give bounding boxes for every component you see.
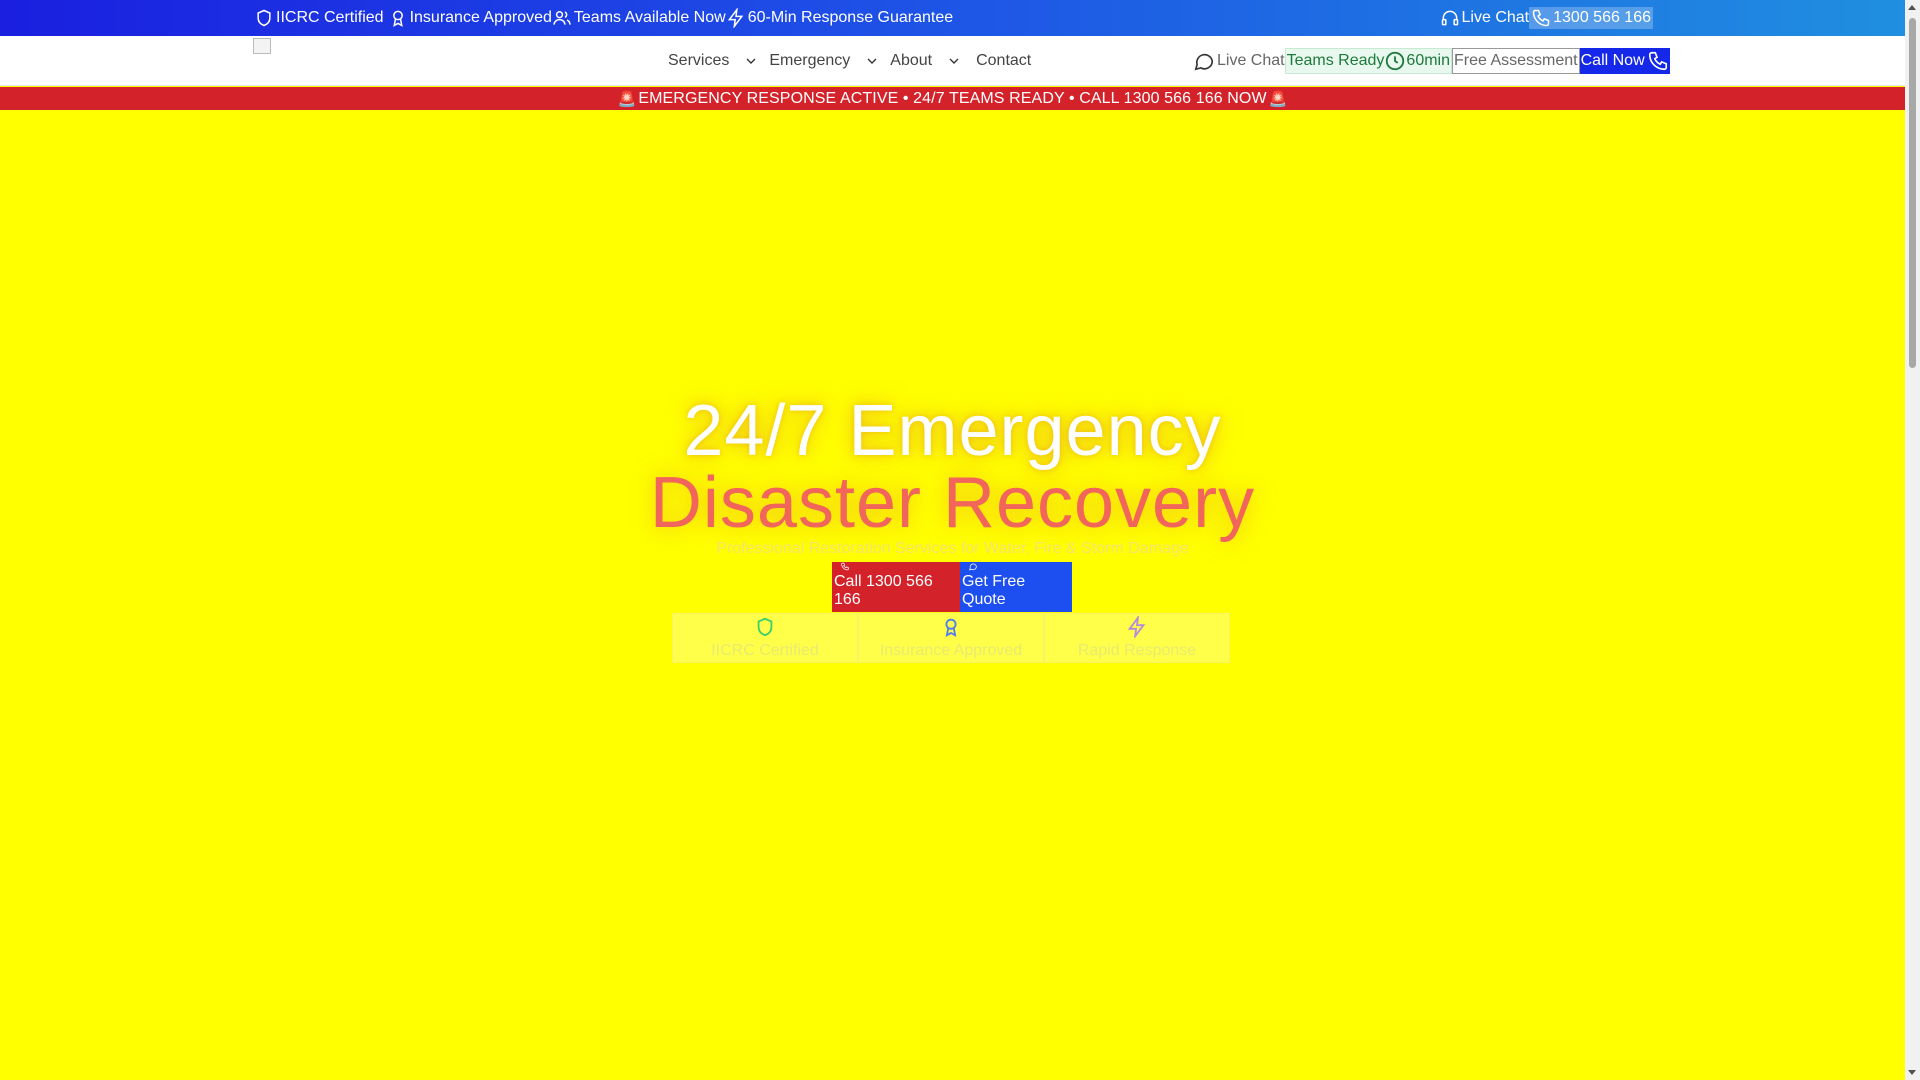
hero-title-line1: 24/7 Emergency (683, 391, 1222, 471)
trust-item-label: 60-Min Response Guarantee (747, 9, 954, 26)
scrollbar-thumb[interactable] (1909, 18, 1916, 368)
live-chat-label: Live Chat (1461, 9, 1530, 26)
badge-insurance: Insurance Approved (858, 613, 1044, 663)
trust-item-label: IICRC Certified (276, 9, 384, 26)
logo-image[interactable] (253, 38, 271, 54)
users-icon (553, 11, 571, 25)
trust-item-teams: Teams Available Now (552, 8, 726, 28)
call-now-button[interactable]: Call Now (1579, 48, 1670, 74)
shield-icon (757, 617, 773, 637)
trust-item-label: Teams Available Now (573, 9, 726, 26)
clock-icon (1386, 51, 1405, 71)
chat-bubble-icon (969, 563, 977, 571)
nav-item-label: Services (668, 52, 730, 69)
hero-badges: IICRC Certified Insurance Approved Rapid… (672, 613, 1230, 663)
scroll-down-arrow[interactable] (1908, 1070, 1916, 1075)
chevron-down-icon (867, 58, 877, 64)
badge-rapid-response: Rapid Response (1044, 613, 1230, 663)
siren-icon: 🚨 (617, 90, 637, 108)
trust-item-insurance: Insurance Approved (388, 8, 552, 28)
nav-actions: Live Chat Teams Ready 60min Free Assessm… (1193, 48, 1670, 74)
nav-item-about[interactable]: About (890, 52, 962, 70)
lightning-icon (727, 8, 744, 28)
award-icon (392, 10, 403, 27)
trust-item-certified: IICRC Certified (254, 8, 384, 28)
headset-icon (1441, 10, 1458, 26)
phone-icon (1648, 51, 1667, 71)
hero-section: 24/7 Emergency Disaster Recovery Profess… (0, 110, 1905, 1080)
top-info-bar: IICRC Certified Insurance Approved Teams… (0, 0, 1905, 36)
main-nav: Services Emergency About Contact Live Ch… (0, 36, 1905, 86)
chat-bubble-icon (1194, 53, 1214, 71)
topbar-phone-link[interactable]: 1300 566 166 (1529, 7, 1653, 29)
chevron-down-icon (746, 58, 756, 64)
hero-subtitle: Professional Restoration Services for Wa… (716, 540, 1189, 557)
call-button[interactable]: Call 1300 566 166 (832, 562, 960, 612)
call-button-label: Call 1300 566 166 (834, 573, 933, 608)
response-time-label: 60min (1406, 52, 1450, 69)
badge-label: Rapid Response (1077, 642, 1197, 659)
badge-label: Insurance Approved (879, 642, 1023, 659)
nav-item-emergency[interactable]: Emergency (769, 52, 880, 70)
nav-item-contact[interactable]: Contact (976, 52, 1031, 70)
nav-item-label: Contact (976, 52, 1032, 69)
nav-item-services[interactable]: Services (668, 52, 759, 70)
live-chat-link[interactable]: Live Chat (1440, 8, 1530, 28)
shield-icon (257, 9, 271, 27)
nav-item-label: Emergency (769, 52, 851, 69)
live-chat-label: Live Chat (1217, 52, 1285, 69)
award-icon (945, 618, 957, 637)
nav-item-label: About (890, 52, 933, 69)
free-quote-button[interactable]: Get Free Quote (960, 562, 1072, 612)
free-quote-label: Get Free Quote (962, 573, 1026, 608)
lightning-icon (1127, 616, 1146, 638)
free-assessment-button[interactable]: Free Assessment (1452, 48, 1580, 74)
teams-ready-label: Teams Ready (1286, 52, 1385, 69)
badge-certified: IICRC Certified (672, 613, 858, 663)
phone-number: 1300 566 166 (1553, 9, 1651, 26)
phone-icon (1532, 9, 1550, 27)
phone-icon (841, 562, 849, 571)
trust-items: IICRC Certified Insurance Approved Teams… (254, 0, 953, 36)
topbar-contact: Live Chat 1300 566 166 (1440, 0, 1653, 36)
trust-item-label: Insurance Approved (409, 9, 552, 26)
chevron-down-icon (949, 58, 959, 64)
emergency-banner-text: EMERGENCY RESPONSE ACTIVE • 24/7 TEAMS R… (638, 89, 1267, 107)
siren-icon: 🚨 (1268, 90, 1288, 108)
call-now-label: Call Now (1580, 52, 1645, 69)
emergency-banner: 🚨 EMERGENCY RESPONSE ACTIVE • 24/7 TEAMS… (0, 87, 1905, 110)
nav-live-chat-button[interactable]: Live Chat (1193, 50, 1285, 72)
trust-item-response: 60-Min Response Guarantee (726, 8, 953, 28)
nav-menu: Services Emergency About Contact (668, 36, 1041, 86)
free-assessment-label: Free Assessment (1454, 52, 1578, 69)
hero-cta-group: Call 1300 566 166 Get Free Quote (832, 562, 1072, 612)
teams-ready-badge: Teams Ready 60min (1284, 48, 1452, 74)
scroll-up-arrow[interactable] (1908, 5, 1916, 10)
badge-label: IICRC Certified (711, 642, 819, 659)
hero-title-line2: Disaster Recovery (649, 463, 1256, 543)
page-scrollbar[interactable] (1905, 0, 1920, 1080)
